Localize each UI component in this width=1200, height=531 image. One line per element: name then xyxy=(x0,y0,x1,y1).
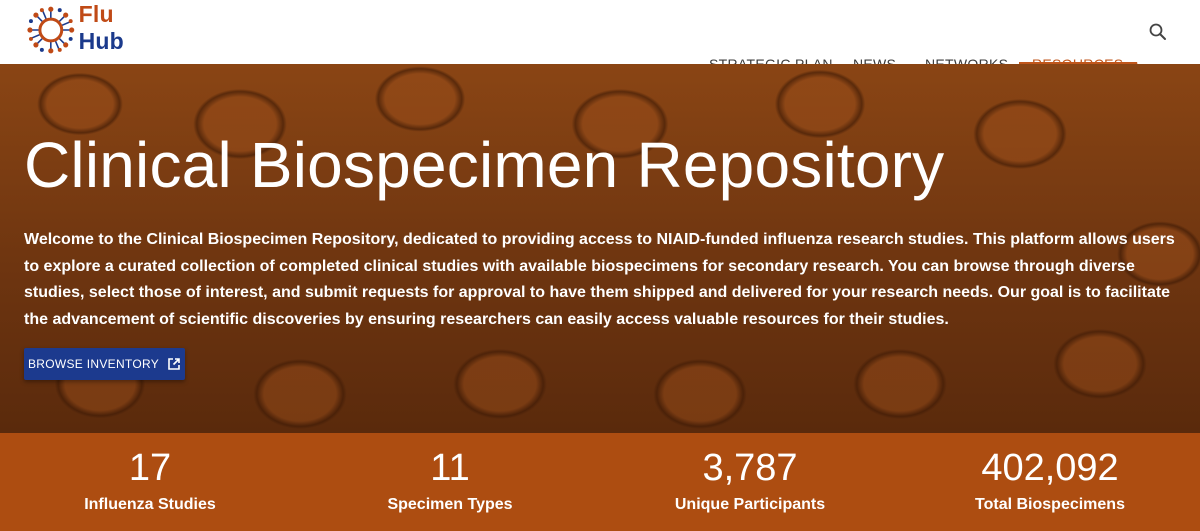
flu-hub-logo[interactable]: Flu Hub xyxy=(25,1,165,56)
stat-label: Total Biospecimens xyxy=(975,496,1125,513)
stat-value: 3,787 xyxy=(702,447,798,489)
virus-logo-icon xyxy=(27,6,75,54)
logo-flu-text: Flu xyxy=(78,1,114,27)
stat-value: 11 xyxy=(430,447,470,489)
browse-inventory-button[interactable]: BROWSE INVENTORY xyxy=(24,348,185,380)
logo-hub-text: Hub xyxy=(78,28,124,54)
browse-inventory-label: BROWSE INVENTORY xyxy=(27,357,160,371)
external-link-icon xyxy=(168,358,180,370)
page-title: Clinical Biospecimen Repository xyxy=(24,129,945,201)
site-header: Flu Hub STRATEGIC PLAN NEWS NETWORKS RES… xyxy=(0,0,1200,72)
stats-band: 17 Influenza Studies 11 Specimen Types 3… xyxy=(0,433,1200,531)
search-icon xyxy=(1149,23,1166,40)
stat-label: Influenza Studies xyxy=(84,496,216,513)
hero-section: Clinical Biospecimen Repository Welcome … xyxy=(0,64,1200,433)
stat-unique-participants: 3,787 Unique Participants xyxy=(600,433,900,531)
stat-value: 17 xyxy=(128,447,172,489)
stat-specimen-types: 11 Specimen Types xyxy=(300,433,600,531)
logo-wordmark: Flu Hub xyxy=(79,1,165,55)
hero-description: Welcome to the Clinical Biospecimen Repo… xyxy=(24,231,1175,328)
stat-total-biospecimens: 402,092 Total Biospecimens xyxy=(900,433,1200,531)
stat-influenza-studies: 17 Influenza Studies xyxy=(0,433,300,531)
stat-label: Unique Participants xyxy=(674,496,826,513)
stat-label: Specimen Types xyxy=(387,496,513,513)
stat-value: 402,092 xyxy=(981,447,1119,489)
search-button[interactable] xyxy=(1148,22,1168,42)
